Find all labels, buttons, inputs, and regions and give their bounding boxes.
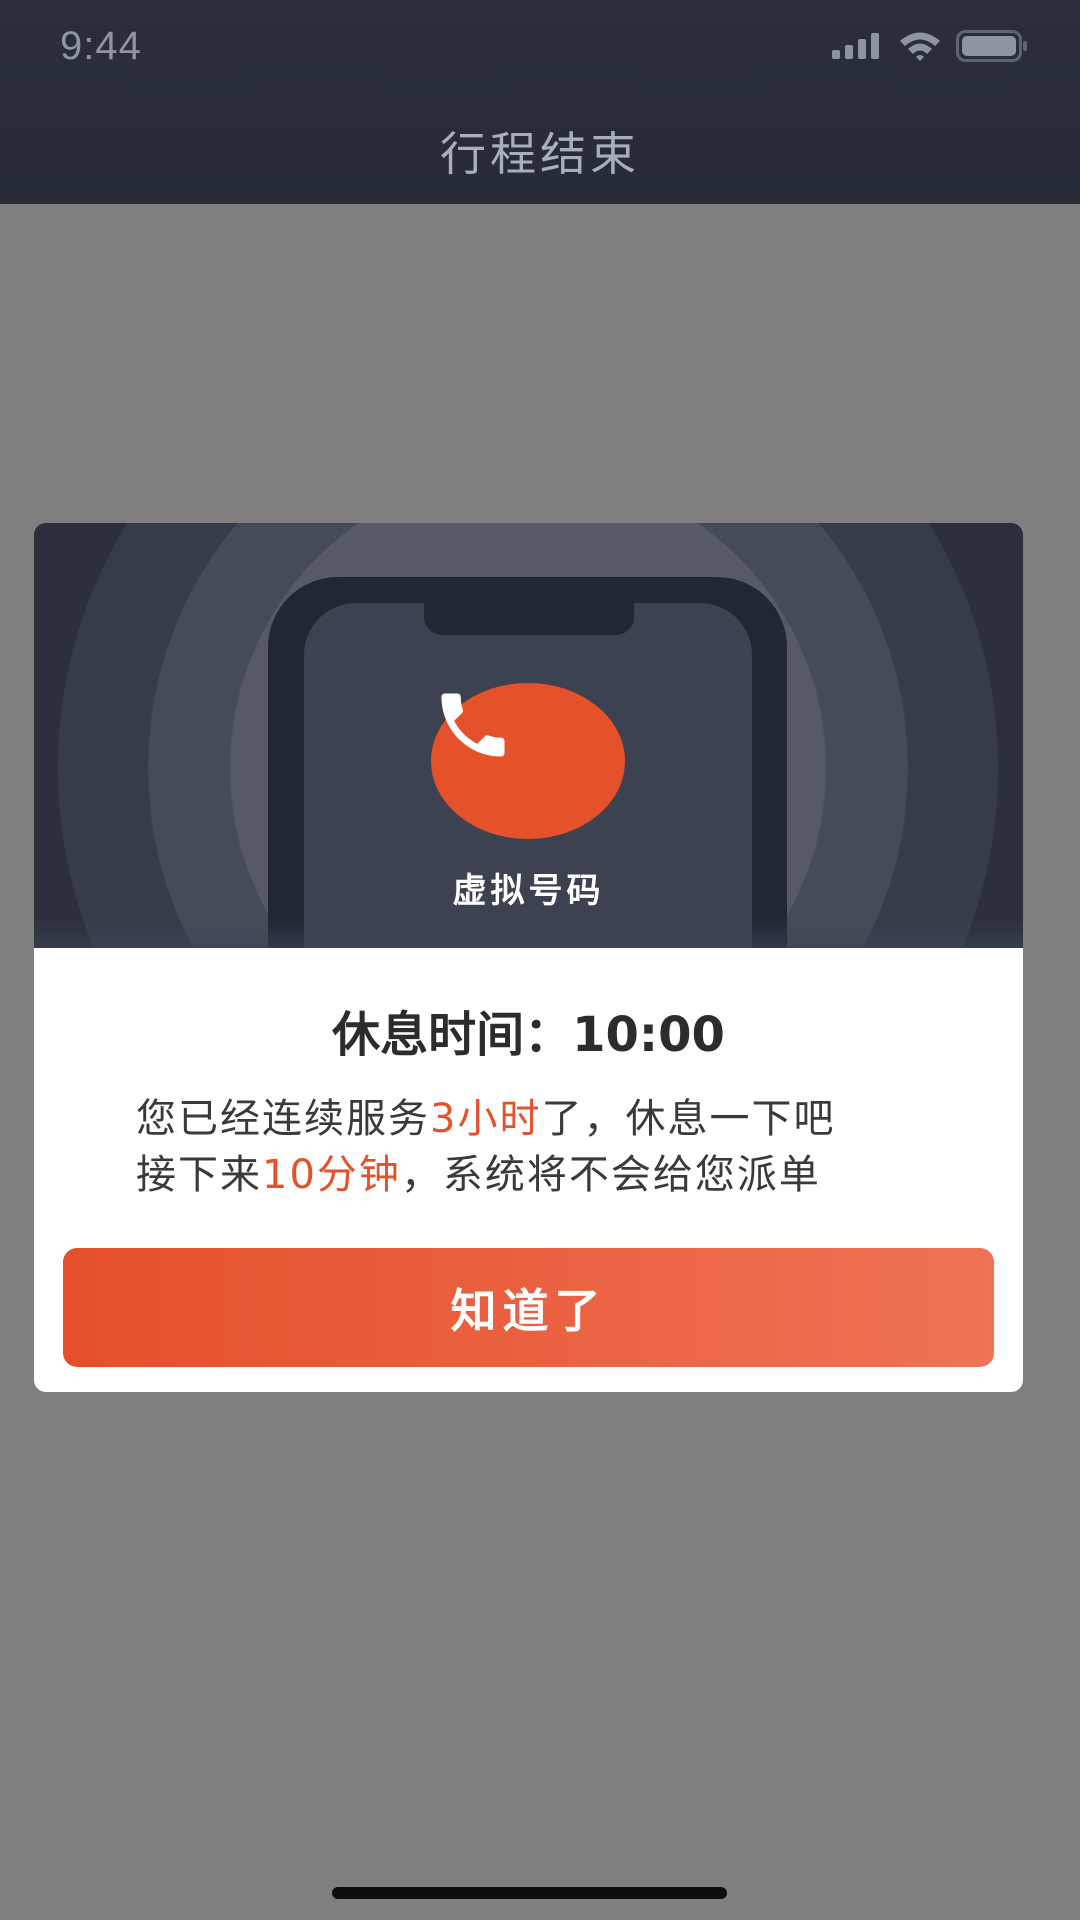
home-indicator[interactable]	[332, 1887, 727, 1899]
message-text: 接下来	[136, 1152, 262, 1198]
rest-time-title: 休息时间：10:00	[332, 1007, 725, 1063]
message-text: 您已经连续服务	[136, 1096, 430, 1142]
message-highlight: 10分钟	[262, 1152, 401, 1198]
message-text: ，系统将不会给您派单	[400, 1152, 821, 1198]
status-time: 9:44	[60, 24, 142, 68]
rest-reminder-dialog: 虚拟号码 休息时间：10:00 您已经连续服务3小时了，休息一下吧 接下来10分…	[34, 523, 1023, 1392]
message-highlight: 3小时	[430, 1096, 542, 1142]
status-bar: 9:44	[0, 0, 1080, 98]
confirm-button[interactable]: 知道了	[63, 1248, 994, 1367]
wifi-icon	[900, 32, 940, 61]
header: 9:44 行程结束	[0, 0, 1080, 204]
phone-icon	[441, 693, 505, 757]
signal-icon	[832, 33, 879, 59]
rest-message: 您已经连续服务3小时了，休息一下吧 接下来10分钟，系统将不会给您派单	[136, 1091, 956, 1203]
hero-illustration: 虚拟号码	[34, 523, 1023, 948]
call-button	[431, 683, 625, 839]
battery-icon	[956, 30, 1027, 62]
message-line-1: 您已经连续服务3小时了，休息一下吧	[136, 1091, 956, 1147]
virtual-number-label: 虚拟号码	[452, 871, 605, 911]
page-title: 行程结束	[440, 127, 640, 181]
status-icons	[832, 30, 1028, 62]
message-text: 了，休息一下吧	[541, 1096, 836, 1142]
message-line-2: 接下来10分钟，系统将不会给您派单	[136, 1147, 956, 1203]
